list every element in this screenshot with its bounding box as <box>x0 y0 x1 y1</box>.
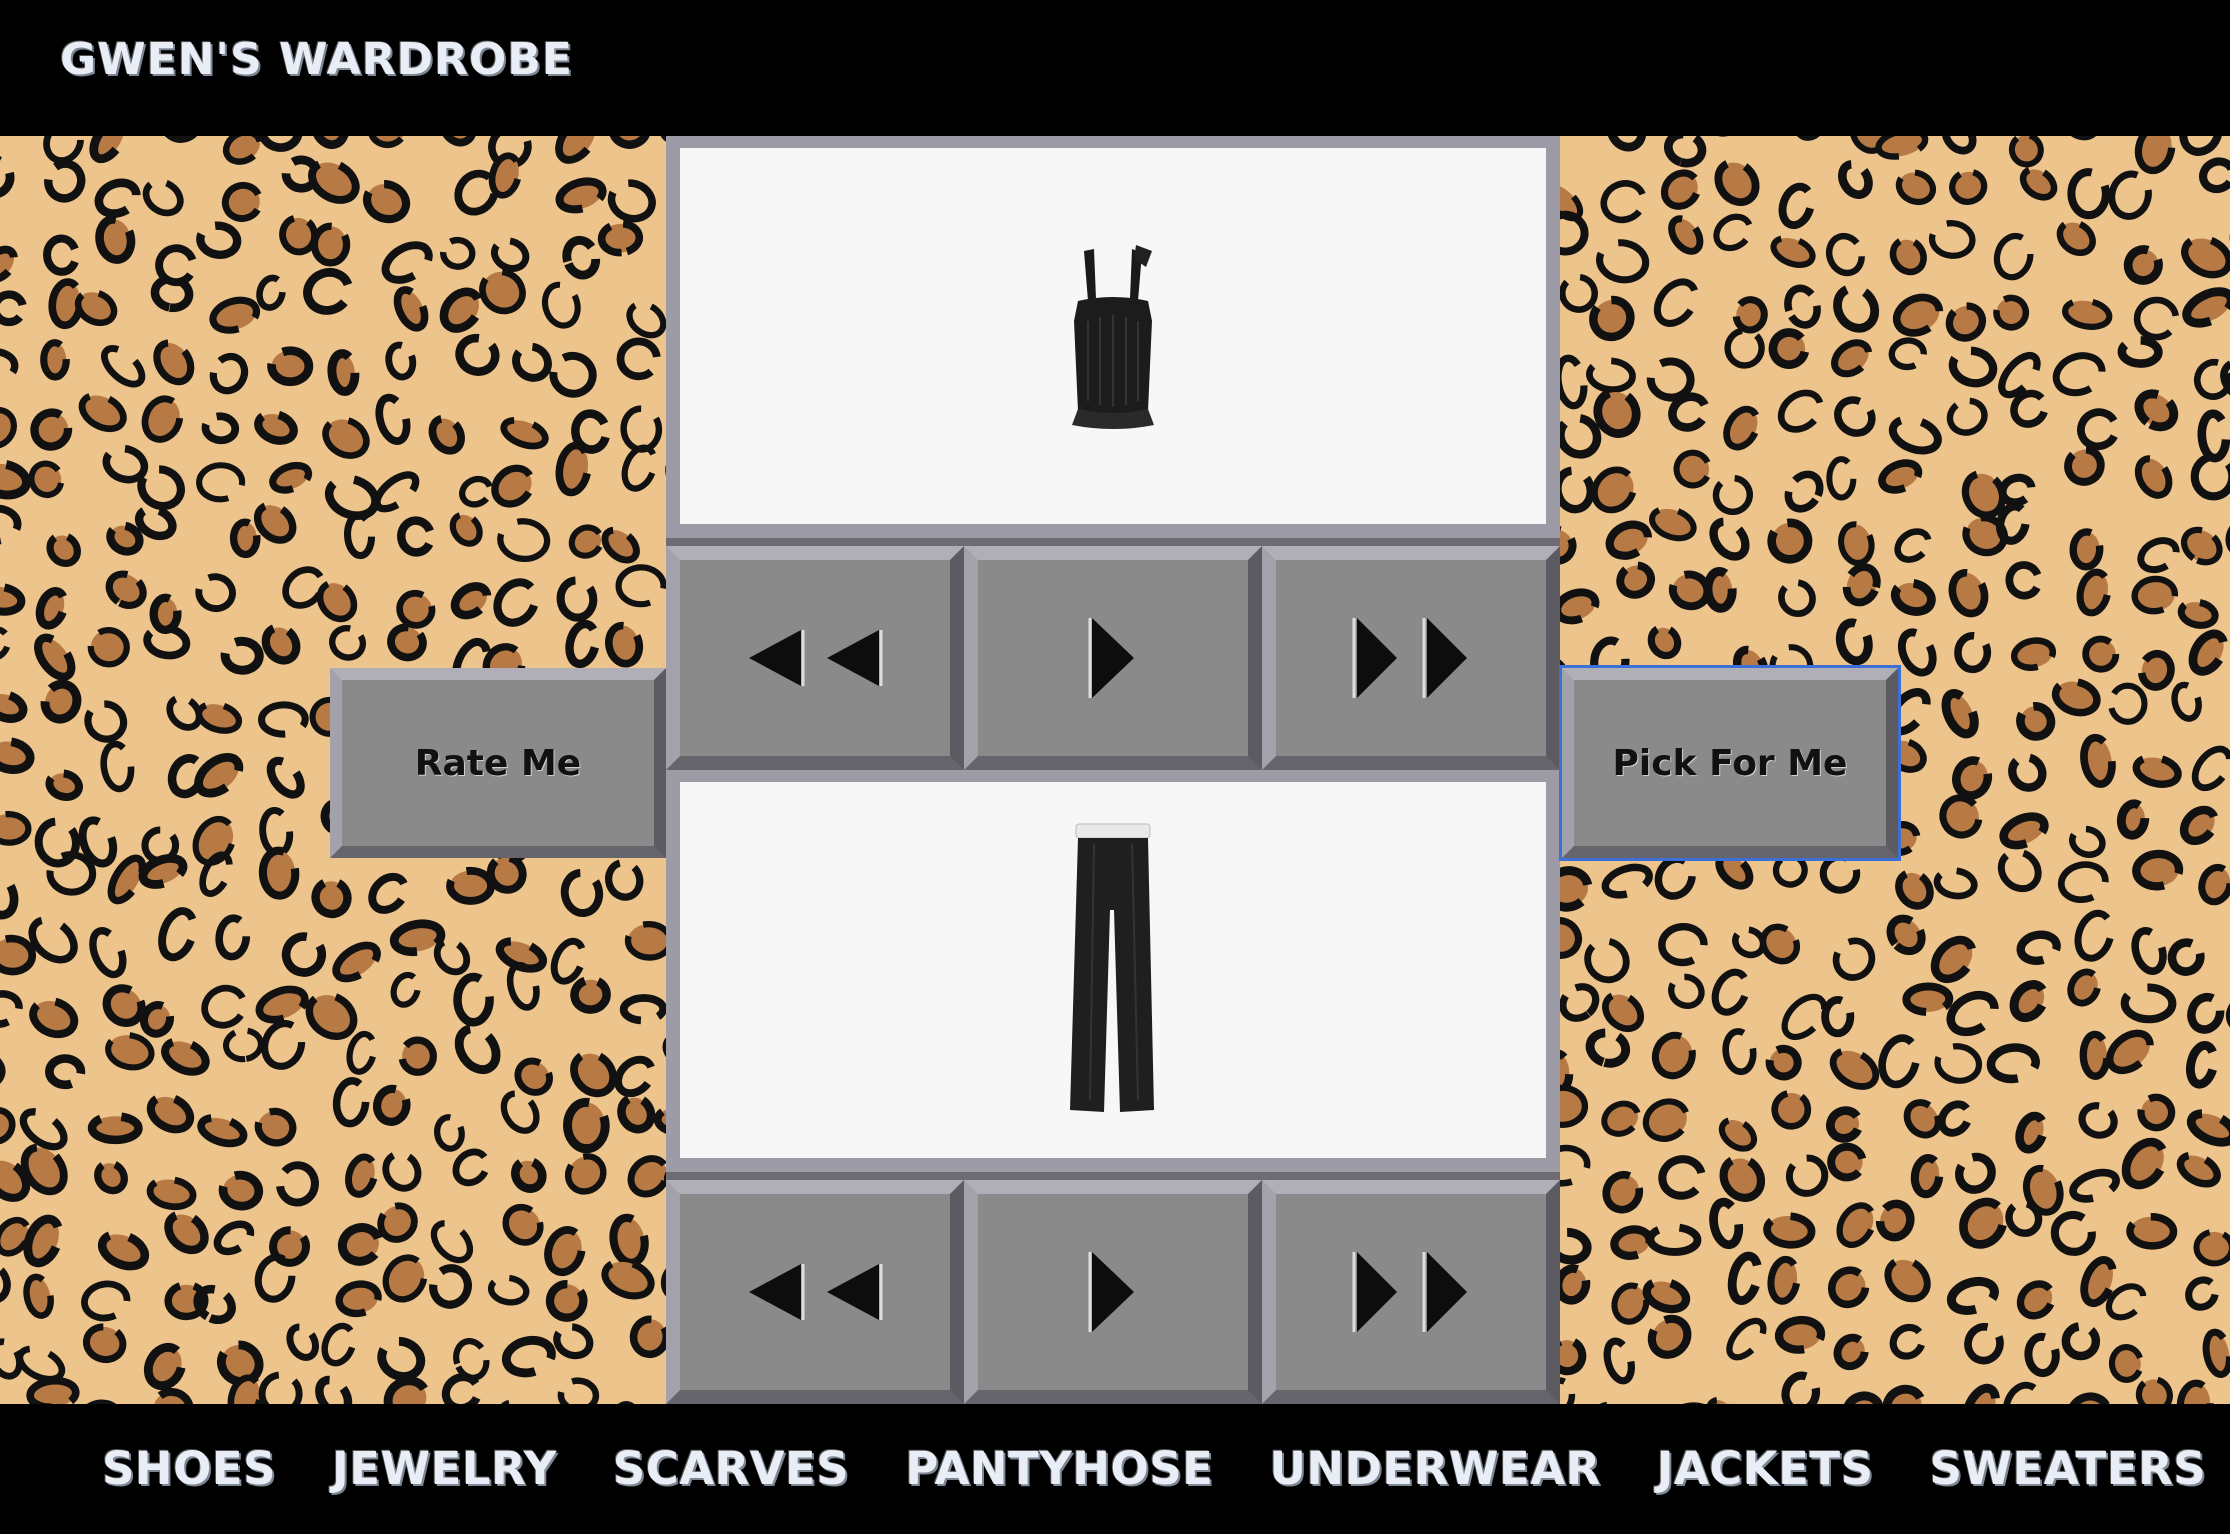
trousers-icon <box>1070 823 1154 1112</box>
nav-item-scarves[interactable]: SCARVES <box>613 1442 849 1495</box>
tank-top-icon <box>1072 245 1154 429</box>
pick-for-me-button[interactable]: Pick For Me <box>1559 665 1901 861</box>
bottom-rewind-button[interactable] <box>666 1180 964 1404</box>
header-bar: GWEN'S WARDROBE <box>0 0 2230 136</box>
bottom-controls <box>666 1180 1560 1404</box>
right-triangle-icon <box>1088 618 1134 698</box>
double-right-triangle-icon <box>1352 1252 1467 1332</box>
double-right-triangle-icon <box>1352 618 1467 698</box>
bottom-image <box>680 782 1546 1158</box>
pick-for-me-label: Pick For Me <box>1612 742 1848 784</box>
top-controls <box>666 546 1560 770</box>
top-rewind-button[interactable] <box>666 546 964 770</box>
rate-me-button[interactable]: Rate Me <box>330 668 666 858</box>
bottom-image-frame <box>666 770 1560 1180</box>
category-nav-bar: SHOES JEWELRY SCARVES PANTYHOSE UNDERWEA… <box>0 1404 2230 1534</box>
double-left-triangle-icon <box>749 630 883 686</box>
nav-item-pantyhose[interactable]: PANTYHOSE <box>905 1442 1213 1495</box>
double-left-triangle-icon <box>749 1264 883 1320</box>
outfit-panel <box>666 136 1560 1404</box>
top-play-button[interactable] <box>964 546 1262 770</box>
right-triangle-icon <box>1088 1252 1134 1332</box>
rate-me-label: Rate Me <box>414 742 582 784</box>
bottom-fast-forward-button[interactable] <box>1262 1180 1560 1404</box>
top-image <box>680 148 1546 524</box>
app-title: GWEN'S WARDROBE <box>60 34 573 85</box>
top-fast-forward-button[interactable] <box>1262 546 1560 770</box>
top-image-frame <box>666 136 1560 546</box>
nav-item-jackets[interactable]: JACKETS <box>1657 1442 1874 1495</box>
category-nav: SHOES JEWELRY SCARVES PANTYHOSE UNDERWEA… <box>102 1442 2206 1495</box>
nav-item-underwear[interactable]: UNDERWEAR <box>1269 1442 1600 1495</box>
nav-item-sweaters[interactable]: SWEATERS <box>1930 1442 2207 1495</box>
nav-item-jewelry[interactable]: JEWELRY <box>332 1442 557 1495</box>
bottom-play-button[interactable] <box>964 1180 1262 1404</box>
nav-item-shoes[interactable]: SHOES <box>102 1442 276 1495</box>
